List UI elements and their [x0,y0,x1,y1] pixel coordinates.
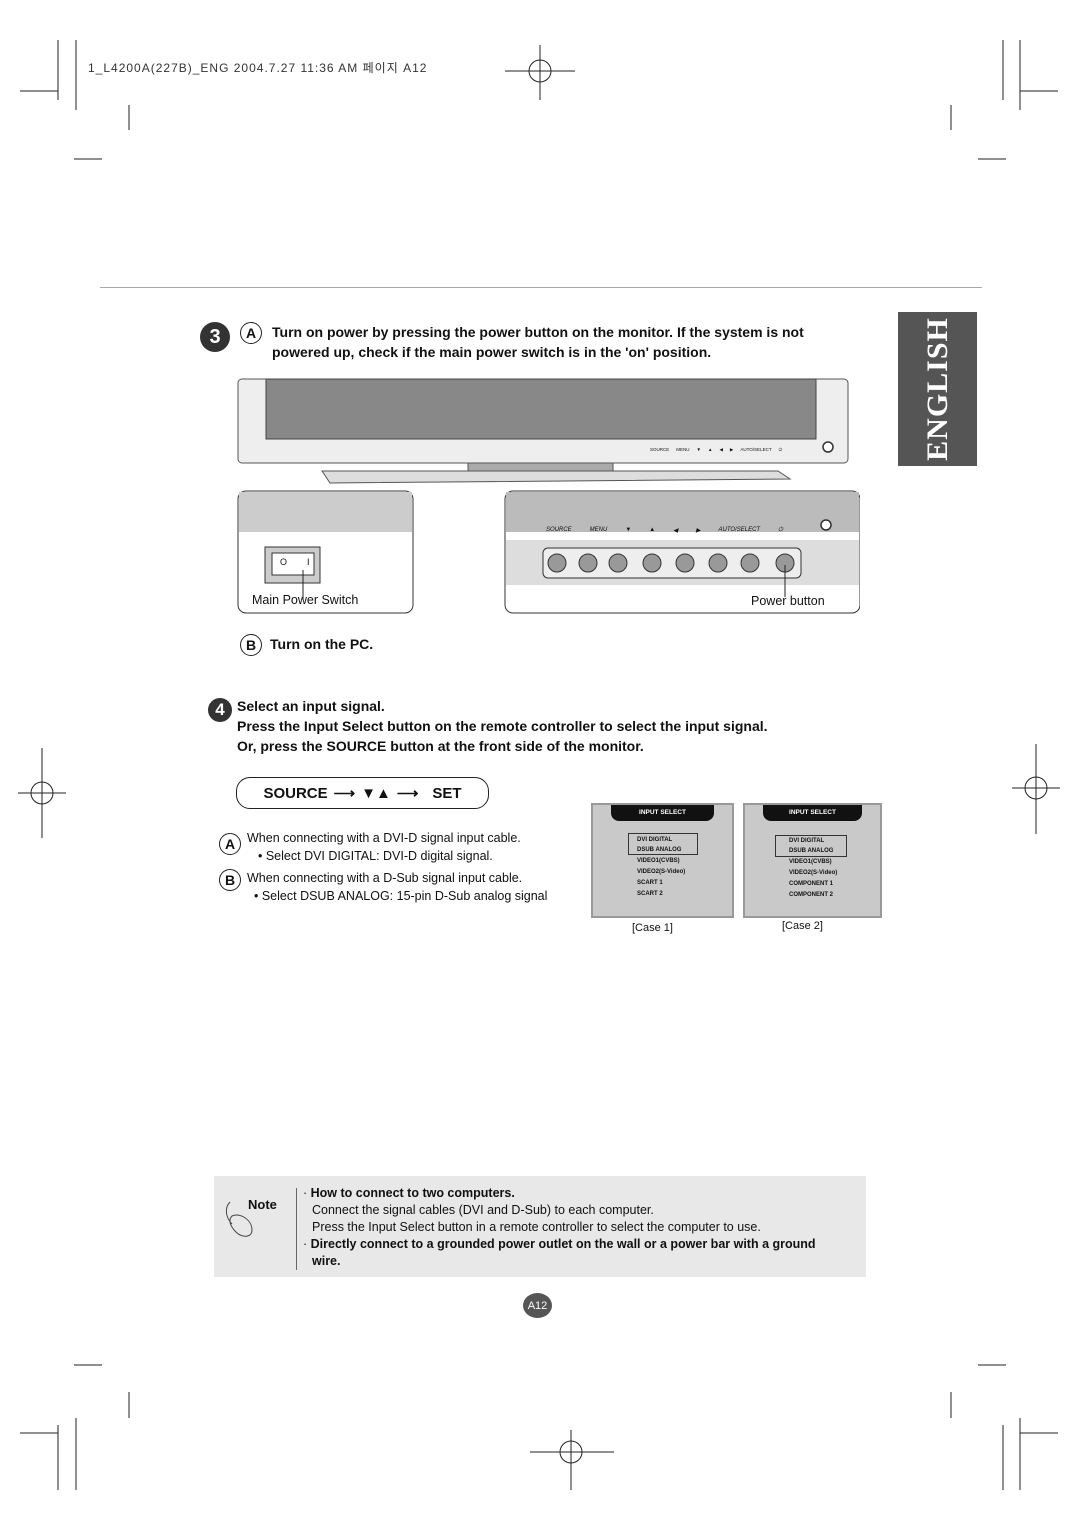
option-a-text: When connecting with a DVI-D signal inpu… [247,831,521,845]
label-menu: MENU [676,447,690,452]
monitor-front-labels: SOURCE MENU ▼ ▲ ◀ ▶ AUTO/SELECT ⏻ [650,447,782,453]
power-icon: ⏻ [778,447,783,452]
note-b1-title: How to connect to two computers. [310,1186,515,1200]
menu-item: DSUB ANALOG [637,847,682,853]
note-divider [296,1188,297,1270]
header-rule [100,287,982,288]
case1-label: [Case 1] [632,922,673,934]
page-number: A12 [523,1293,552,1318]
menu-item: COMPONENT 1 [789,881,834,887]
note-label: Note [248,1197,277,1212]
case2-label: [Case 2] [782,920,823,932]
bullet: · [303,1237,311,1251]
power-icon: ⏻ [778,527,783,533]
option-a-bullet: • Select DVI DIGITAL: DVI-D digital sign… [258,849,493,863]
label-down: ▼ [696,447,701,452]
switch-off-mark: O [280,557,288,567]
input-select-title: INPUT SELECT [763,805,862,821]
detail-front-labels: SOURCE MENU ▼ ▲ ◀ ▶ AUTO/SELECT ⏻ [546,527,783,534]
seq-set: SET [432,784,462,802]
step4-line2: Or, press the SOURCE button at the front… [237,738,644,754]
monitor-illustration [237,378,860,614]
step3-a-line1: Turn on power by pressing the power butt… [272,324,804,340]
step3-b-text: Turn on the PC. [270,636,374,652]
switch-on-mark: I [307,557,310,567]
note-b1-line1: Connect the signal cables (DVI and D-Sub… [312,1203,654,1217]
label-left: ◀ [673,528,678,534]
menu-item: VIDEO2(S-Video) [637,869,686,875]
menu-item: DVI DIGITAL [789,838,825,844]
option-b-marker: B [219,869,241,891]
step4-line1: Press the Input Select button on the rem… [237,718,768,734]
label-up: ▲ [649,527,656,533]
note-b2-line2: wire. [312,1254,341,1268]
option-b-text: When connecting with a D-Sub signal inpu… [247,871,523,885]
menu-item: DVI DIGITAL [637,837,673,843]
main-power-switch-label: Main Power Switch [252,593,359,607]
label-right: ▶ [695,528,701,534]
label-autoselect: AUTO/SELECT [718,527,761,533]
step3-a-line2: powered up, check if the main power swit… [272,344,712,360]
menu-item: DSUB ANALOG [789,848,834,854]
arrow-right-icon: ⟶ [396,785,419,802]
source-sequence-box: SOURCE ⟶ ▼▲ ⟶ SET [236,777,489,809]
label-menu: MENU [589,527,608,533]
input-select-case1: INPUT SELECT DVI DIGITAL DSUB ANALOG VID… [591,803,734,918]
bullet: · [303,1186,311,1200]
marker-b: B [240,634,262,656]
arrow-right-icon: ⟶ [333,785,356,802]
note-b2-line1: Directly connect to a grounded power out… [310,1237,816,1251]
label-left: ◀ [719,447,723,452]
menu-item: VIDEO1(CVBS) [637,858,680,864]
label-right: ▶ [729,447,734,452]
menu-item: COMPONENT 2 [789,892,834,898]
step-4-badge: 4 [208,698,232,722]
down-up-icon: ▼▲ [361,784,391,802]
language-tab: ENGLISH [898,312,977,466]
menu-item: VIDEO1(CVBS) [789,859,832,865]
power-button-label: Power button [751,594,825,608]
label-autoselect: AUTO/SELECT [740,447,772,452]
menu-item: SCART 1 [637,880,663,886]
note-content: · How to connect to two computers. Conne… [303,1185,816,1270]
seq-source: SOURCE [263,784,328,802]
option-a-marker: A [219,833,241,855]
label-source: SOURCE [650,447,670,452]
input-select-title: INPUT SELECT [611,805,714,821]
label-down: ▼ [625,527,632,533]
menu-item: VIDEO2(S-Video) [789,870,838,876]
option-b-bullet: • Select DSUB ANALOG: 15-pin D-Sub analo… [254,889,548,903]
input-select-case2: INPUT SELECT DVI DIGITAL DSUB ANALOG VID… [743,803,882,918]
language-label: ENGLISH [920,317,954,461]
note-box: Note · How to connect to two computers. … [214,1176,866,1277]
print-slug: 1_L4200A(227B)_ENG 2004.7.27 11:36 AM 페이… [88,61,428,75]
marker-a: A [240,322,262,344]
label-up: ▲ [707,447,713,452]
step4-title: Select an input signal. [237,698,385,714]
step-3-badge: 3 [200,322,230,352]
note-b1-line2: Press the Input Select button in a remot… [312,1220,761,1234]
menu-item: SCART 2 [637,891,663,897]
label-source: SOURCE [546,527,572,533]
